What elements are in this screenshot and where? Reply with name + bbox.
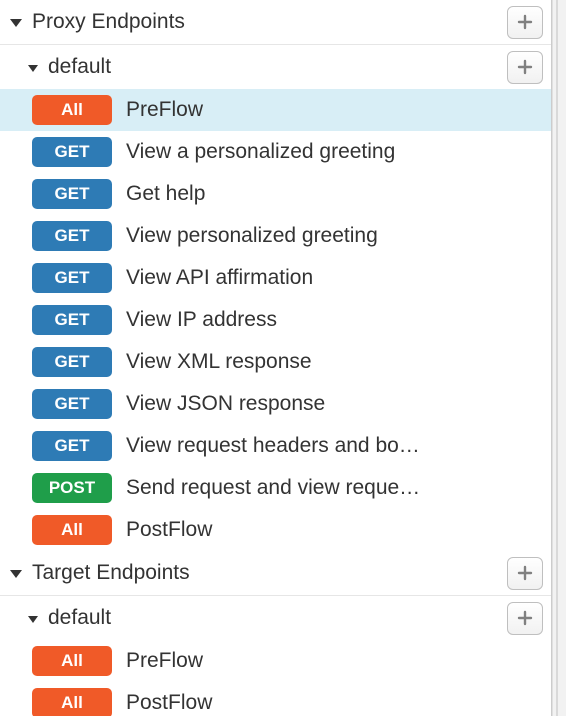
flow-label: Send request and view reque…	[126, 476, 543, 500]
add-flow-button[interactable]	[507, 51, 543, 84]
endpoints-panel: Proxy Endpoints default All PreFlow GET …	[0, 0, 552, 716]
flow-label: PreFlow	[126, 98, 543, 122]
plus-icon	[517, 610, 533, 626]
caret-down-icon	[10, 19, 22, 27]
flow-label: View API affirmation	[126, 266, 543, 290]
plus-icon	[517, 565, 533, 581]
method-badge: All	[32, 515, 112, 545]
section-header-proxy-endpoints[interactable]: Proxy Endpoints	[0, 0, 551, 45]
caret-down-icon	[10, 570, 22, 578]
flow-row[interactable]: GET View JSON response	[0, 383, 551, 425]
method-badge: POST	[32, 473, 112, 503]
flow-label: Get help	[126, 182, 543, 206]
method-badge: All	[32, 688, 112, 716]
plus-icon	[517, 59, 533, 75]
caret-down-icon	[28, 65, 38, 72]
flow-row[interactable]: GET Get help	[0, 173, 551, 215]
section-header-target-endpoints[interactable]: Target Endpoints	[0, 551, 551, 596]
section-title: Target Endpoints	[32, 561, 507, 585]
flow-row[interactable]: POST Send request and view reque…	[0, 467, 551, 509]
method-badge: GET	[32, 221, 112, 251]
section-title: Proxy Endpoints	[32, 10, 507, 34]
flow-label: View personalized greeting	[126, 224, 543, 248]
flow-label: PreFlow	[126, 649, 543, 673]
scrollbar-track[interactable]	[552, 0, 566, 716]
caret-down-icon	[28, 616, 38, 623]
plus-icon	[517, 14, 533, 30]
flow-label: View request headers and bo…	[126, 434, 543, 458]
flow-row[interactable]: GET View API affirmation	[0, 257, 551, 299]
flow-label: View IP address	[126, 308, 543, 332]
method-badge: GET	[32, 179, 112, 209]
flow-row[interactable]: GET View request headers and bo…	[0, 425, 551, 467]
method-badge: GET	[32, 347, 112, 377]
group-title: default	[48, 55, 507, 79]
method-badge: All	[32, 95, 112, 125]
flow-row[interactable]: GET View IP address	[0, 299, 551, 341]
method-badge: GET	[32, 431, 112, 461]
method-badge: GET	[32, 263, 112, 293]
method-badge: All	[32, 646, 112, 676]
group-title: default	[48, 606, 507, 630]
group-header-target-default[interactable]: default	[0, 596, 551, 640]
flow-row[interactable]: All PostFlow	[0, 682, 551, 716]
flow-row[interactable]: GET View personalized greeting	[0, 215, 551, 257]
add-flow-button[interactable]	[507, 602, 543, 635]
add-target-endpoint-button[interactable]	[507, 557, 543, 590]
flow-row[interactable]: All PreFlow	[0, 89, 551, 131]
flow-row[interactable]: GET View XML response	[0, 341, 551, 383]
flow-row[interactable]: All PostFlow	[0, 509, 551, 551]
method-badge: GET	[32, 305, 112, 335]
group-header-proxy-default[interactable]: default	[0, 45, 551, 89]
flow-label: View JSON response	[126, 392, 543, 416]
add-proxy-endpoint-button[interactable]	[507, 6, 543, 39]
flow-label: View a personalized greeting	[126, 140, 543, 164]
flow-label: PostFlow	[126, 691, 543, 715]
flow-row[interactable]: GET View a personalized greeting	[0, 131, 551, 173]
method-badge: GET	[32, 137, 112, 167]
flow-label: View XML response	[126, 350, 543, 374]
flow-row[interactable]: All PreFlow	[0, 640, 551, 682]
method-badge: GET	[32, 389, 112, 419]
flow-label: PostFlow	[126, 518, 543, 542]
